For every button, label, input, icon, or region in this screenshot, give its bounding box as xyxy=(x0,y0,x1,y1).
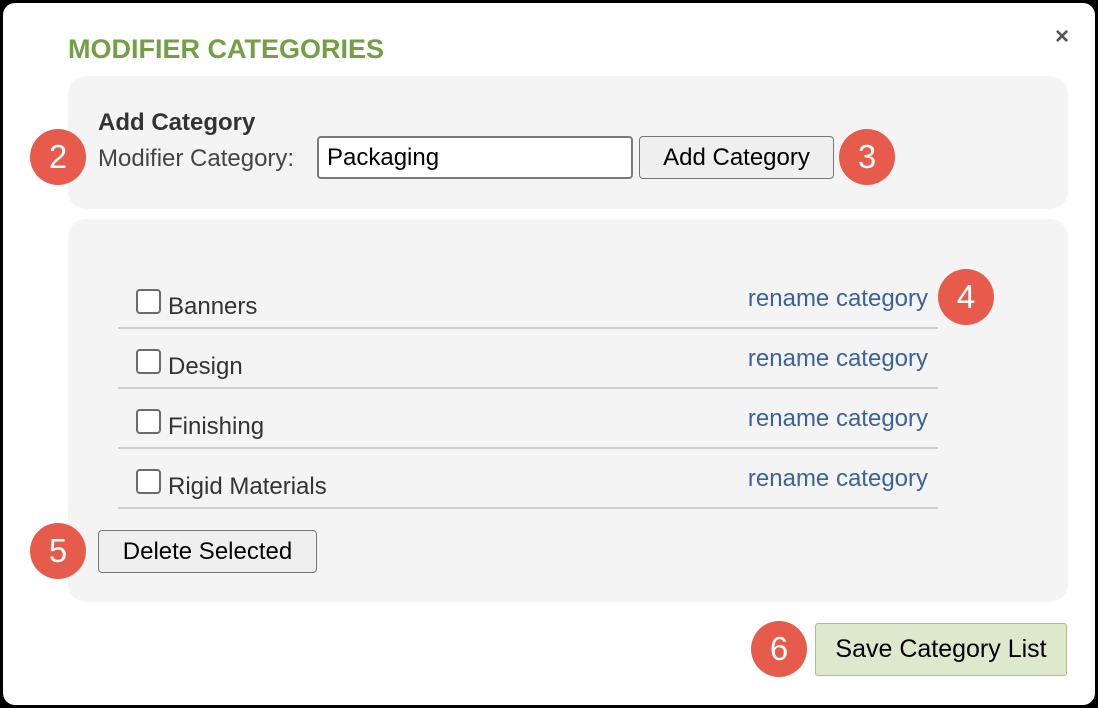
list-item: Finishing rename category xyxy=(118,389,938,449)
save-category-list-button[interactable]: Save Category List xyxy=(815,623,1067,676)
category-checkbox[interactable] xyxy=(136,349,161,374)
close-icon[interactable]: × xyxy=(1055,23,1069,51)
add-category-button[interactable]: Add Category xyxy=(639,136,834,179)
step-marker-3: 3 xyxy=(839,129,895,185)
category-label: Finishing xyxy=(168,413,265,440)
list-item: Banners rename category xyxy=(118,269,938,329)
step-marker-6: 6 xyxy=(751,621,807,677)
category-list-panel: Banners rename category Design rename ca… xyxy=(68,219,1068,602)
modifier-category-label: Modifier Category: xyxy=(98,145,295,172)
dialog-title: MODIFIER CATEGORIES xyxy=(68,34,385,64)
add-category-heading: Add Category xyxy=(98,109,256,136)
category-checkbox[interactable] xyxy=(136,469,161,494)
modifier-categories-dialog: MODIFIER CATEGORIES × Add Category Modif… xyxy=(3,3,1095,705)
delete-selected-button[interactable]: Delete Selected xyxy=(98,530,317,573)
rename-category-link[interactable]: rename category xyxy=(748,285,928,313)
rename-category-link[interactable]: rename category xyxy=(748,465,928,493)
rename-category-link[interactable]: rename category xyxy=(748,405,928,433)
category-checkbox[interactable] xyxy=(136,409,161,434)
list-item: Design rename category xyxy=(118,329,938,389)
list-item: Rigid Materials rename category xyxy=(118,449,938,509)
category-checkbox[interactable] xyxy=(136,289,161,314)
category-list: Banners rename category Design rename ca… xyxy=(118,269,938,509)
step-marker-2: 2 xyxy=(30,129,86,185)
category-label: Banners xyxy=(168,293,258,320)
step-marker-5: 5 xyxy=(30,523,86,579)
modifier-category-input[interactable] xyxy=(317,136,633,179)
category-label: Rigid Materials xyxy=(168,473,327,500)
rename-category-link[interactable]: rename category xyxy=(748,345,928,373)
category-label: Design xyxy=(168,353,243,380)
step-marker-4: 4 xyxy=(938,269,994,325)
add-category-panel: Add Category Modifier Category: Add Cate… xyxy=(68,76,1068,209)
